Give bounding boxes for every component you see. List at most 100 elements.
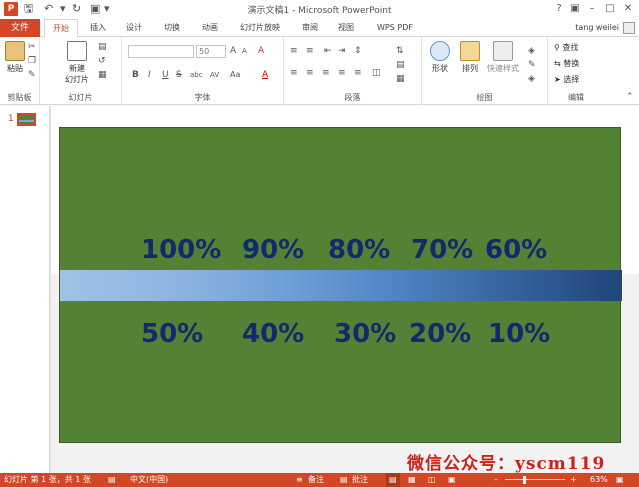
close-button[interactable]: ✕ [621, 2, 635, 16]
select-label: 选择 [563, 75, 580, 84]
zoom-out-icon[interactable]: – [494, 473, 498, 487]
section-icon[interactable]: ▦ [98, 69, 107, 81]
quick-styles-button[interactable]: 快速样式 [484, 41, 522, 74]
tab-home[interactable]: 开始 [44, 19, 78, 38]
select-button[interactable]: ➤ 选择 [554, 74, 579, 85]
label-100: 100% [141, 235, 222, 265]
shadow-button[interactable]: abc [190, 69, 203, 81]
notes-button[interactable]: 备注 [308, 473, 324, 487]
slide-sorter-icon[interactable]: ▦ [408, 473, 416, 487]
language-indicator[interactable]: 中文(中国) [130, 473, 168, 487]
gradient-bar[interactable] [60, 270, 622, 301]
select-icon: ➤ [554, 75, 564, 84]
shape-effects-icon[interactable]: ◈ [528, 73, 535, 85]
italic-button[interactable]: I [148, 69, 151, 81]
ribbon-tabs: 文件 开始 插入 设计 切换 动画 幻灯片放映 审阅 视图 WPS PDF ta… [0, 19, 639, 38]
replace-icon: ⇆ [554, 59, 564, 68]
smartart-icon[interactable]: ▦ [396, 73, 405, 85]
slide[interactable]: 100% 90% 80% 70% 60% 50% 40% 30% 20% 10% [59, 127, 622, 443]
numbering-icon[interactable]: ≡ [306, 45, 314, 57]
label-10: 10% [488, 319, 551, 349]
increase-indent-icon[interactable]: ⇥ [338, 45, 346, 57]
avatar[interactable] [623, 22, 635, 34]
slide-thumbnail[interactable] [17, 113, 36, 126]
shape-outline-icon[interactable]: ✎ [528, 59, 536, 71]
tab-wps-pdf[interactable]: WPS PDF [370, 19, 420, 37]
cut-icon[interactable]: ✂ [28, 41, 36, 53]
strikethrough-button[interactable]: S [176, 69, 182, 81]
maximize-button[interactable]: □ [603, 2, 617, 16]
minimize-button[interactable]: – [585, 2, 599, 16]
underline-button[interactable]: U [162, 69, 169, 81]
font-family-select[interactable] [128, 45, 194, 58]
fit-to-window-icon[interactable]: ▣ [616, 473, 624, 487]
format-painter-icon[interactable]: ✎ [28, 69, 36, 81]
label-70: 70% [411, 235, 474, 265]
slide-thumbnail-pane: 1 [0, 106, 50, 473]
align-text-icon[interactable]: ▤ [396, 59, 405, 71]
bullets-icon[interactable]: ≡ [290, 45, 298, 57]
help-button[interactable]: ? [552, 2, 566, 16]
align-left-icon[interactable]: ≡ [290, 67, 298, 79]
change-case-button[interactable]: Aa [230, 69, 240, 81]
font-color-button[interactable]: A [262, 69, 268, 81]
copy-icon[interactable]: ❐ [28, 55, 36, 67]
shape-fill-icon[interactable]: ◈ [528, 45, 535, 57]
label-60: 60% [485, 235, 548, 265]
paste-button[interactable]: 粘贴 [4, 41, 26, 74]
tab-review[interactable]: 审阅 [296, 19, 324, 37]
zoom-level[interactable]: 63% [590, 473, 608, 487]
notes-icon: ≡ [296, 475, 303, 484]
label-20: 20% [409, 319, 472, 349]
layout-icon[interactable]: ▤ [98, 41, 107, 53]
new-slide-button[interactable]: 新建 幻灯片 [62, 41, 92, 85]
arrange-icon [460, 41, 480, 61]
slide-counter[interactable]: 幻灯片 第 1 张，共 1 张 [4, 473, 91, 487]
align-right-icon[interactable]: ≡ [322, 67, 330, 79]
decrease-indent-icon[interactable]: ⇤ [324, 45, 332, 57]
tab-insert[interactable]: 插入 [84, 19, 112, 37]
line-spacing-icon[interactable]: ⇕ [354, 45, 362, 57]
replace-button[interactable]: ⇆ 替换 [554, 58, 579, 69]
paste-icon [5, 41, 25, 61]
clear-formatting-icon[interactable]: A [258, 45, 264, 57]
tab-transitions[interactable]: 切换 [158, 19, 186, 37]
tab-file[interactable]: 文件 [0, 19, 40, 37]
clipboard-group: 粘贴 ✂ ❐ ✎ 剪贴板 [0, 37, 40, 105]
distribute-icon[interactable]: ≡ [354, 67, 362, 79]
label-40: 40% [242, 319, 305, 349]
comments-button[interactable]: 批注 [352, 473, 368, 487]
align-center-icon[interactable]: ≡ [306, 67, 314, 79]
label-30: 30% [334, 319, 397, 349]
columns-icon[interactable]: ◫ [372, 67, 381, 79]
text-direction-icon[interactable]: ⇅ [396, 45, 404, 57]
thumbnail-number: 1 [8, 114, 14, 124]
justify-icon[interactable]: ≡ [338, 67, 346, 79]
tab-animations[interactable]: 动画 [196, 19, 224, 37]
tab-view[interactable]: 视图 [332, 19, 360, 37]
spell-check-icon[interactable]: ▤ [108, 473, 116, 487]
zoom-slider[interactable] [505, 479, 565, 480]
bold-button[interactable]: B [132, 69, 139, 81]
tab-slideshow[interactable]: 幻灯片放映 [232, 19, 288, 37]
normal-view-icon[interactable]: ▤ [386, 473, 400, 487]
tab-design[interactable]: 设计 [120, 19, 148, 37]
slideshow-view-icon[interactable]: ▣ [448, 473, 456, 487]
editing-group: ⚲ 查找 ⇆ 替换 ➤ 选择 编辑 [548, 37, 604, 105]
collapse-ribbon-icon[interactable]: ⌃ [626, 91, 634, 103]
reset-icon[interactable]: ↺ [98, 55, 106, 67]
arrange-button[interactable]: 排列 [456, 41, 484, 74]
zoom-in-icon[interactable]: + [570, 473, 577, 487]
reading-view-icon[interactable]: ◫ [428, 473, 436, 487]
grow-font-icon[interactable]: A [230, 45, 236, 57]
ribbon-display-button[interactable]: ▣ [568, 2, 582, 16]
font-size-select[interactable]: 50 [196, 45, 226, 58]
find-button[interactable]: ⚲ 查找 [554, 42, 578, 53]
paste-label: 粘贴 [7, 64, 23, 73]
shapes-button[interactable]: 形状 [426, 41, 454, 74]
user-name[interactable]: tang weilei [575, 19, 619, 37]
drawing-group-label: 绘图 [476, 93, 493, 102]
shrink-font-icon[interactable]: A [242, 45, 247, 57]
character-spacing-button[interactable]: AV [210, 69, 219, 81]
zoom-slider-handle[interactable] [523, 476, 526, 484]
